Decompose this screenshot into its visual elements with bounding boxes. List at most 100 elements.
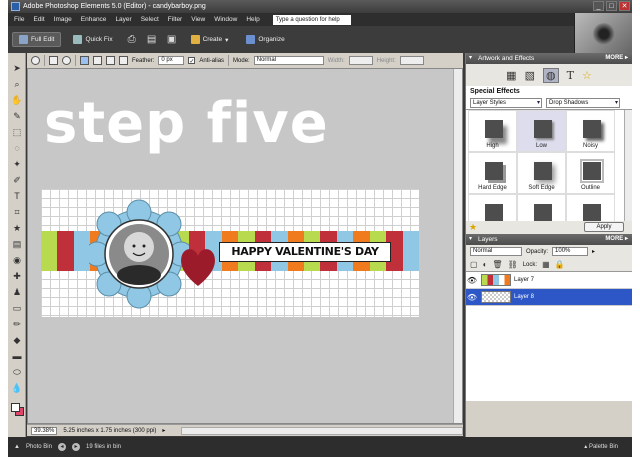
next-photo-icon[interactable]: ▸ xyxy=(71,443,80,451)
share-icon[interactable]: ▤ xyxy=(145,33,159,47)
effect-category-select[interactable]: Layer Styles xyxy=(470,98,542,108)
feather-input[interactable]: 0 px xyxy=(158,56,185,65)
new-selection-icon[interactable] xyxy=(80,56,89,65)
menu-enhance[interactable]: Enhance xyxy=(81,16,107,23)
width-input[interactable] xyxy=(348,56,373,65)
menu-view[interactable]: View xyxy=(191,16,205,23)
photo-bin-label[interactable]: Photo Bin xyxy=(26,444,52,450)
type-tool-icon[interactable]: T xyxy=(11,190,23,202)
zoom-level-field[interactable]: 39.38% xyxy=(31,426,58,435)
palette-bin-toggle[interactable]: ▴ Palette Bin xyxy=(584,443,618,450)
menu-layer[interactable]: Layer xyxy=(115,16,131,23)
adjustment-layer-icon[interactable]: ◐ xyxy=(483,260,488,269)
clone-stamp-tool-icon[interactable]: ♟ xyxy=(11,286,23,298)
height-input[interactable] xyxy=(399,56,424,65)
healing-brush-tool-icon[interactable]: ✚ xyxy=(11,270,23,282)
theme-icon[interactable]: ▧ xyxy=(525,69,535,82)
gradient-tool-icon[interactable]: ▬ xyxy=(11,350,23,362)
brush-tool-icon[interactable]: ✏ xyxy=(11,318,23,330)
menu-image[interactable]: Image xyxy=(54,16,72,23)
style-noisy[interactable]: Noisy xyxy=(566,110,615,152)
help-search-input[interactable]: Type a question for help xyxy=(272,14,351,25)
new-layer-icon[interactable]: ▢ xyxy=(470,260,478,269)
mode-select[interactable]: Normal xyxy=(253,56,324,65)
organize-button[interactable]: Organize xyxy=(240,32,290,47)
red-eye-tool-icon[interactable]: ◉ xyxy=(11,254,23,266)
lock-transparency-icon[interactable]: ▦ xyxy=(542,260,550,269)
blend-mode-select[interactable]: Normal xyxy=(470,247,522,256)
style-hard-edge[interactable]: Hard Edge xyxy=(468,152,517,194)
shape-tool-icon[interactable]: ⬭ xyxy=(11,366,23,378)
create-button[interactable]: Create ▾ xyxy=(185,32,235,47)
eraser-tool-icon[interactable]: ▭ xyxy=(11,302,23,314)
artwork-effects-header[interactable]: ▾ Artwork and Effects MORE ▸ xyxy=(466,53,632,64)
styles-scrollbar[interactable] xyxy=(624,110,632,221)
marquee-ellipse-icon[interactable] xyxy=(31,56,40,65)
favorites-star-icon[interactable]: ☆ xyxy=(582,69,592,82)
layer-row-layer-7[interactable]: 👁 Layer 7 xyxy=(466,272,632,289)
banner-document[interactable]: HAPPY VALENTINE'S DAY xyxy=(41,189,419,317)
visibility-eye-icon[interactable]: 👁 xyxy=(466,276,478,285)
ellipse-marquee-icon[interactable] xyxy=(62,56,71,65)
canvas-area[interactable]: step five HAPPY VALENTINE'S DAY xyxy=(27,68,463,424)
hand-tool-icon[interactable]: ✋ xyxy=(11,94,23,106)
full-edit-button[interactable]: Full Edit xyxy=(12,32,62,47)
maximize-button[interactable]: □ xyxy=(606,1,617,11)
artwork-icon[interactable]: ▦ xyxy=(506,69,516,82)
artwork-more-button[interactable]: MORE ▸ xyxy=(605,53,628,64)
status-arrow-icon[interactable]: ▸ xyxy=(162,427,165,434)
style-low[interactable]: Low xyxy=(517,110,566,152)
minimize-button[interactable]: _ xyxy=(593,1,604,11)
text-effects-icon[interactable]: T xyxy=(567,69,574,82)
selection-brush-tool-icon[interactable]: ✐ xyxy=(11,174,23,186)
photo-bin-triangle-icon[interactable]: ▲ xyxy=(14,444,20,450)
canvas-horizontal-scrollbar[interactable] xyxy=(181,426,463,435)
add-favorite-star-icon[interactable]: ★ xyxy=(469,222,477,233)
rect-marquee-icon[interactable] xyxy=(49,56,58,65)
blur-tool-icon[interactable]: 💧 xyxy=(11,382,23,394)
effect-subcategory-select[interactable]: Drop Shadows xyxy=(546,98,620,108)
order-prints-icon[interactable]: ▣ xyxy=(165,33,179,47)
opacity-arrow-icon[interactable]: ▸ xyxy=(592,248,595,255)
menu-window[interactable]: Window xyxy=(214,16,237,23)
marquee-tool-icon[interactable]: ⬚ xyxy=(11,126,23,138)
crop-tool-icon[interactable]: ⌗ xyxy=(11,206,23,218)
layer-row-layer-8[interactable]: 👁 Layer 8 xyxy=(466,289,632,306)
foreground-color-swatch[interactable] xyxy=(11,403,20,412)
opacity-input[interactable]: 100% xyxy=(552,247,589,256)
eyedropper-tool-icon[interactable]: ✎ xyxy=(11,110,23,122)
menu-filter[interactable]: Filter xyxy=(168,16,182,23)
collapse-triangle-icon[interactable]: ▾ xyxy=(469,53,472,64)
previous-photo-icon[interactable]: ◂ xyxy=(57,443,66,451)
style-outline[interactable]: Outline xyxy=(566,152,615,194)
style-high[interactable]: High xyxy=(468,110,517,152)
style-more-2[interactable] xyxy=(517,194,566,221)
style-more-1[interactable] xyxy=(468,194,517,221)
link-layers-icon[interactable]: ⛓ xyxy=(508,260,518,269)
quick-fix-button[interactable]: Quick Fix xyxy=(67,32,118,47)
collapse-triangle-icon[interactable]: ▾ xyxy=(469,234,472,245)
cookie-cutter-tool-icon[interactable]: ★ xyxy=(11,222,23,234)
print-icon[interactable]: ⎙ xyxy=(125,33,139,47)
zoom-tool-icon[interactable]: ⌕ xyxy=(11,78,23,90)
special-effects-icon[interactable]: ◍ xyxy=(542,67,559,83)
lock-all-icon[interactable]: 🔒 xyxy=(555,260,565,269)
layers-header[interactable]: ▾ Layers MORE ▸ xyxy=(466,234,632,245)
close-button[interactable]: ✕ xyxy=(619,1,630,11)
menu-select[interactable]: Select xyxy=(141,16,159,23)
visibility-eye-icon[interactable]: 👁 xyxy=(466,293,478,302)
layers-more-button[interactable]: MORE ▸ xyxy=(605,234,628,245)
menu-edit[interactable]: Edit xyxy=(33,16,44,23)
anti-alias-checkbox[interactable]: ✓ xyxy=(188,57,196,65)
apply-button[interactable]: Apply xyxy=(584,222,624,232)
move-tool-icon[interactable]: ➤ xyxy=(11,62,23,74)
style-more-3[interactable] xyxy=(566,194,615,221)
menu-file[interactable]: File xyxy=(14,16,24,23)
intersect-selection-icon[interactable] xyxy=(119,56,128,65)
paint-bucket-tool-icon[interactable]: ◆ xyxy=(11,334,23,346)
delete-layer-icon[interactable]: 🗑 xyxy=(492,260,502,269)
subtract-selection-icon[interactable] xyxy=(106,56,115,65)
straighten-tool-icon[interactable]: ▤ xyxy=(11,238,23,250)
lasso-tool-icon[interactable]: ◌ xyxy=(11,142,23,154)
style-soft-edge[interactable]: Soft Edge xyxy=(517,152,566,194)
